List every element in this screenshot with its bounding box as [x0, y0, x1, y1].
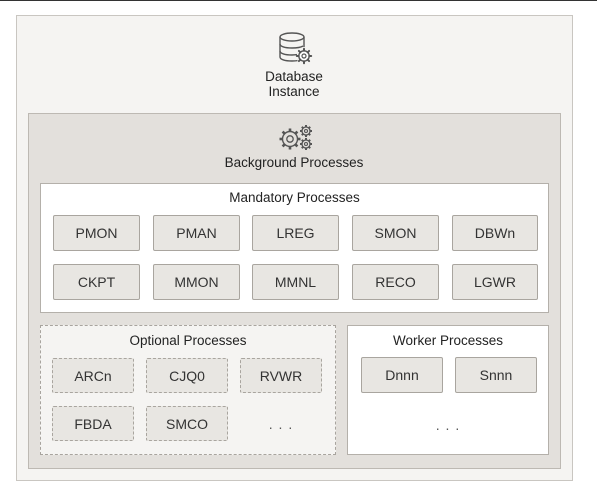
mandatory-processes-title: Mandatory Processes — [229, 190, 360, 205]
instance-title-line2: Instance — [268, 84, 320, 99]
process-box-lreg: LREG — [252, 215, 339, 251]
optional-more-ellipsis: . . . — [268, 416, 294, 432]
process-box-mmon: MMON — [153, 264, 240, 300]
process-box-reco: RECO — [352, 264, 439, 300]
process-box-mmnl: MMNL — [252, 264, 339, 300]
process-box-fbda: FBDA — [52, 406, 134, 441]
process-box-cjq0: CJQ0 — [146, 358, 228, 393]
process-box-ckpt: CKPT — [53, 264, 140, 300]
process-box-smco: SMCO — [146, 406, 228, 441]
process-box-lgwr: LGWR — [452, 264, 538, 300]
worker-more-ellipsis: . . . — [435, 417, 461, 433]
gears-icon — [279, 125, 312, 150]
process-box-arcn: ARCn — [52, 358, 134, 393]
background-processes-title: Background Processes — [224, 155, 364, 170]
top-rule — [0, 0, 597, 1]
database-gear-icon — [279, 32, 313, 65]
process-box-dnnn: Dnnn — [361, 357, 443, 393]
optional-processes-title: Optional Processes — [129, 333, 247, 348]
process-box-pman: PMAN — [153, 215, 240, 251]
process-box-rvwr: RVWR — [240, 358, 322, 393]
process-box-smon: SMON — [352, 215, 439, 251]
instance-title: Database Instance — [224, 69, 364, 99]
process-box-dbwn: DBWn — [452, 215, 538, 251]
process-box-pmon: PMON — [53, 215, 140, 251]
instance-title-line1: Database — [265, 69, 323, 84]
process-box-snnn: Snnn — [455, 357, 537, 393]
worker-processes-title: Worker Processes — [392, 333, 504, 348]
